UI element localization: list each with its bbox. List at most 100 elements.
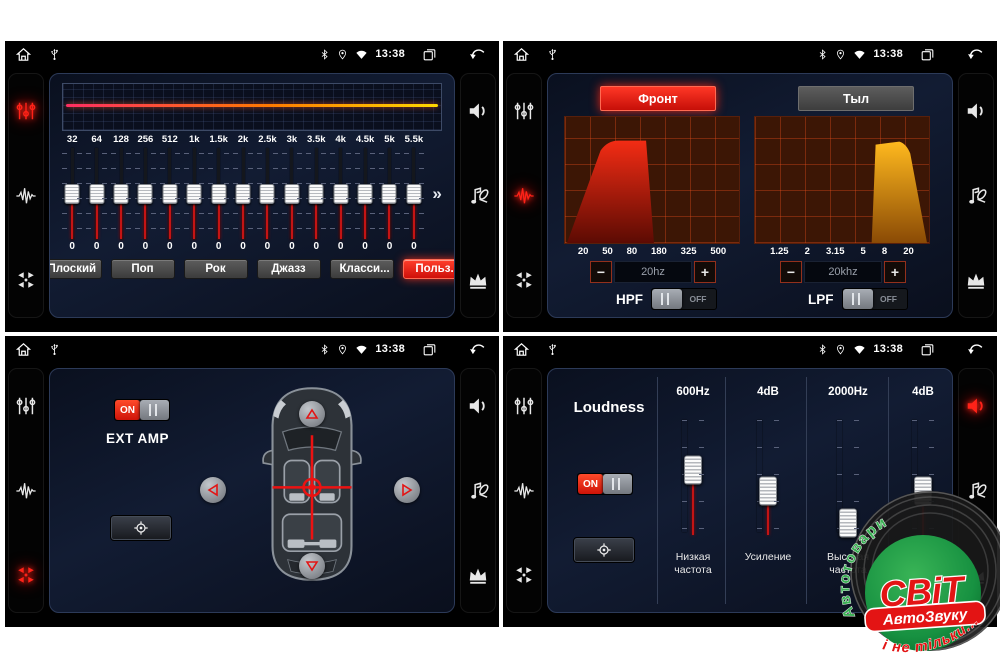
sound-effects-tab-icon[interactable]	[965, 479, 988, 502]
slider-handle[interactable]	[839, 509, 857, 538]
band-slider[interactable]	[682, 417, 704, 535]
home-icon[interactable]	[513, 341, 530, 358]
preset-rock-button[interactable]: Рок	[184, 259, 248, 279]
toggle-knob[interactable]	[843, 289, 873, 309]
slider-handle[interactable]	[211, 184, 226, 204]
front-channel-button[interactable]: Фронт	[600, 86, 716, 111]
center-reset-button[interactable]	[110, 515, 172, 541]
volume-tab-icon[interactable]	[467, 100, 489, 122]
eq-band-slider[interactable]	[206, 148, 230, 240]
eq-band-slider[interactable]	[182, 148, 206, 240]
home-icon[interactable]	[15, 46, 32, 63]
effects-tab-icon[interactable]	[14, 185, 38, 207]
effects-tab-icon[interactable]	[512, 185, 536, 207]
eq-band-slider[interactable]	[255, 148, 279, 240]
ext-amp-toggle[interactable]: ON	[114, 399, 170, 421]
band-slider[interactable]	[837, 417, 859, 535]
slider-handle[interactable]	[65, 184, 80, 204]
home-icon[interactable]	[513, 46, 530, 63]
toggle-knob[interactable]	[603, 474, 632, 494]
slider-handle[interactable]	[684, 456, 702, 485]
fader-front-button[interactable]	[299, 401, 325, 427]
preset-jazz-button[interactable]: Джазз	[257, 259, 321, 279]
rear-channel-button[interactable]: Тыл	[798, 86, 914, 111]
crown-tab-icon[interactable]	[965, 564, 987, 586]
slider-handle[interactable]	[759, 477, 777, 506]
slider-handle[interactable]	[260, 184, 275, 204]
volume-tab-icon[interactable]	[965, 395, 987, 417]
slider-handle[interactable]	[138, 184, 153, 204]
band-slider[interactable]	[757, 417, 779, 535]
eq-band-slider[interactable]	[377, 148, 401, 240]
slider-handle[interactable]	[284, 184, 299, 204]
slider-handle[interactable]	[162, 184, 177, 204]
recents-icon[interactable]	[920, 47, 935, 62]
equalizer-tab-icon[interactable]	[15, 395, 37, 417]
hpf-plus-button[interactable]: +	[694, 261, 716, 283]
eq-band-slider[interactable]	[84, 148, 108, 240]
sound-effects-tab-icon[interactable]	[965, 184, 988, 207]
preset-pop-button[interactable]: Поп	[111, 259, 175, 279]
slider-handle[interactable]	[358, 184, 373, 204]
lpf-plus-button[interactable]: +	[884, 261, 906, 283]
eq-band-slider[interactable]	[133, 148, 157, 240]
slider-handle[interactable]	[114, 184, 129, 204]
effects-tab-icon[interactable]	[14, 480, 38, 502]
recents-icon[interactable]	[422, 47, 437, 62]
equalizer-tab-icon[interactable]	[15, 100, 37, 122]
toggle-knob[interactable]	[140, 400, 169, 420]
back-icon[interactable]	[468, 341, 487, 358]
hpf-toggle[interactable]: OFF	[651, 288, 717, 310]
balance-tab-icon[interactable]	[513, 564, 535, 586]
eq-band-slider[interactable]	[328, 148, 352, 240]
balance-right-button[interactable]	[394, 477, 420, 503]
preset-classic-button[interactable]: Класси...	[330, 259, 394, 279]
hpf-minus-button[interactable]: −	[590, 261, 612, 283]
fader-rear-button[interactable]	[299, 553, 325, 579]
eq-band-slider[interactable]	[402, 148, 426, 240]
back-icon[interactable]	[468, 46, 487, 63]
balance-tab-icon[interactable]	[15, 269, 37, 291]
equalizer-tab-icon[interactable]	[513, 100, 535, 122]
loudness-reset-button[interactable]	[573, 537, 635, 563]
eq-band-slider[interactable]	[60, 148, 84, 240]
balance-left-button[interactable]	[200, 477, 226, 503]
slider-handle[interactable]	[236, 184, 251, 204]
volume-tab-icon[interactable]	[467, 395, 489, 417]
preset-flat-button[interactable]: Плоский	[49, 259, 102, 279]
loudness-toggle[interactable]: ON	[577, 473, 633, 495]
eq-band-slider[interactable]	[109, 148, 133, 240]
back-icon[interactable]	[966, 341, 985, 358]
eq-band-slider[interactable]	[280, 148, 304, 240]
more-bands-chevron[interactable]: »	[426, 148, 448, 240]
balance-tab-icon[interactable]	[15, 564, 37, 586]
band-slider[interactable]	[912, 417, 934, 535]
volume-tab-icon[interactable]	[965, 100, 987, 122]
equalizer-tab-icon[interactable]	[513, 395, 535, 417]
preset-user-button[interactable]: Польз.	[403, 259, 456, 279]
recents-icon[interactable]	[422, 342, 437, 357]
eq-band-slider[interactable]	[353, 148, 377, 240]
lpf-toggle[interactable]: OFF	[842, 288, 908, 310]
lpf-minus-button[interactable]: −	[780, 261, 802, 283]
slider-handle[interactable]	[382, 184, 397, 204]
crown-tab-icon[interactable]	[467, 564, 489, 586]
slider-handle[interactable]	[89, 184, 104, 204]
slider-handle[interactable]	[309, 184, 324, 204]
recents-icon[interactable]	[920, 342, 935, 357]
toggle-knob[interactable]	[652, 289, 682, 309]
crown-tab-icon[interactable]	[467, 269, 489, 291]
back-icon[interactable]	[966, 46, 985, 63]
eq-band-slider[interactable]	[158, 148, 182, 240]
sound-effects-tab-icon[interactable]	[467, 479, 490, 502]
slider-handle[interactable]	[333, 184, 348, 204]
home-icon[interactable]	[15, 341, 32, 358]
eq-band-slider[interactable]	[231, 148, 255, 240]
sound-effects-tab-icon[interactable]	[467, 184, 490, 207]
slider-handle[interactable]	[406, 184, 421, 204]
slider-handle[interactable]	[187, 184, 202, 204]
slider-handle[interactable]	[914, 477, 932, 506]
eq-band-slider[interactable]	[304, 148, 328, 240]
effects-tab-icon[interactable]	[512, 480, 536, 502]
crown-tab-icon[interactable]	[965, 269, 987, 291]
